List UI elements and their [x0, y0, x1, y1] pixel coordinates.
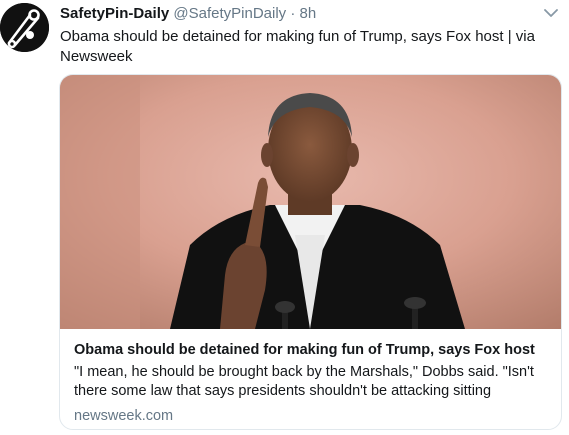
- tweet-text: Obama should be detained for making fun …: [60, 28, 535, 65]
- user-handle[interactable]: @SafetyPinDaily: [173, 5, 286, 22]
- card-photo: [60, 75, 561, 329]
- link-card[interactable]: Obama should be detained for making fun …: [59, 74, 562, 430]
- display-name[interactable]: SafetyPin-Daily: [60, 5, 169, 22]
- card-image[interactable]: [60, 75, 561, 329]
- card-title[interactable]: Obama should be detained for making fun …: [74, 341, 549, 359]
- card-domain[interactable]: newsweek.com: [74, 407, 549, 425]
- tweet-header: SafetyPin-Daily @SafetyPinDaily · 8h: [60, 5, 559, 23]
- card-body: Obama should be detained for making fun …: [74, 341, 549, 425]
- chevron-down-icon[interactable]: [544, 8, 558, 18]
- safety-pin-logo-icon: [0, 3, 49, 52]
- timestamp[interactable]: 8h: [300, 5, 317, 22]
- avatar[interactable]: [0, 3, 49, 52]
- card-description: "I mean, he should be brought back by th…: [74, 364, 534, 399]
- separator-dot: ·: [290, 5, 296, 22]
